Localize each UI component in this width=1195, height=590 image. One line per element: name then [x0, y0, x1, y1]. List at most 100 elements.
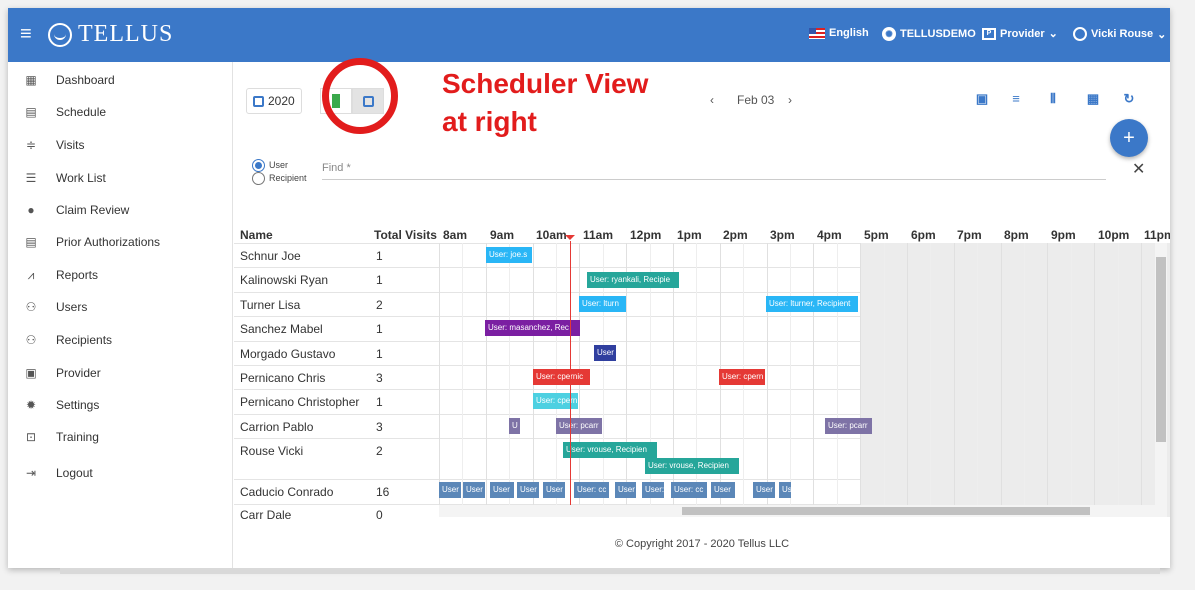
menu-icon[interactable]: ≡ [20, 24, 32, 44]
row-name: Caducio Conrado [240, 485, 334, 499]
sidebar-item-settings[interactable]: ✹ Settings [8, 389, 233, 421]
visit-event[interactable]: User [753, 482, 775, 498]
grid-line [1047, 243, 1048, 517]
month-view-icon[interactable]: ▦ [1086, 92, 1100, 106]
people-outline-icon: ⚇ [25, 333, 37, 347]
visit-event[interactable]: User: cc [671, 482, 707, 498]
visit-event[interactable]: User: masanchez, Rec [485, 320, 580, 336]
find-input[interactable]: Find * [322, 158, 1106, 180]
visit-event[interactable]: User [711, 482, 735, 498]
visit-event[interactable]: User: pcarr [556, 418, 602, 434]
visit-event[interactable]: U [509, 418, 520, 434]
sidebar-item-label: Logout [56, 466, 93, 480]
annotation-line-1: Scheduler View [442, 68, 649, 99]
dashboard-icon: ▦ [25, 73, 37, 87]
timeline[interactable]: User: joe.s User: ryankali, Recipie User… [439, 235, 1170, 517]
visit-event[interactable]: User [439, 482, 461, 498]
sidebar-item-logout[interactable]: ⇥ Logout [8, 457, 233, 489]
sidebar-item-reports[interactable]: ⩘ Reports [8, 259, 233, 291]
sidebar-item-label: Dashboard [56, 73, 115, 87]
row-name: Carrion Pablo [240, 420, 314, 434]
provider-icon: P [982, 27, 996, 40]
visit-event[interactable]: User: cpernic [533, 369, 590, 385]
hour-label: 2pm [723, 228, 748, 242]
year-picker[interactable]: 2020 [246, 88, 302, 114]
visit-event[interactable]: User [594, 345, 616, 361]
clear-icon[interactable]: ✕ [1132, 159, 1145, 179]
sidebar-item-users[interactable]: ⚇ Users [8, 291, 233, 323]
sidebar-item-prior-authorizations[interactable]: ▤ Prior Authorizations [8, 226, 233, 258]
row-visits: 1 [376, 249, 383, 263]
sidebar: ▦ Dashboard ▤ Schedule ≑ Visits ☰ Work L… [8, 62, 233, 568]
horizontal-scrollbar[interactable] [439, 505, 1155, 517]
role-selector[interactable]: P Provider ⌄ [982, 27, 1058, 40]
next-date-button[interactable]: › [788, 93, 792, 107]
grid-line [1001, 243, 1002, 517]
sidebar-item-dashboard[interactable]: ▦ Dashboard [8, 64, 233, 96]
chevron-down-icon: ⌄ [1048, 28, 1058, 40]
column-header-name[interactable]: Name [240, 228, 273, 242]
hour-label: 7pm [957, 228, 982, 242]
sidebar-item-provider[interactable]: ▣ Provider [8, 357, 233, 389]
role-label: Provider [1000, 27, 1045, 40]
timeline-view-icon[interactable]: ≡ [1009, 92, 1023, 106]
visit-event[interactable]: User: cpern [719, 369, 765, 385]
grid-line [884, 243, 885, 517]
hour-label: 8am [443, 228, 468, 242]
sidebar-item-claim-review[interactable]: ● Claim Review [8, 194, 233, 226]
user-radio[interactable] [252, 159, 265, 172]
visit-event[interactable]: User: vrouse, Recipien [645, 458, 739, 474]
scrollbar-thumb[interactable] [682, 507, 1090, 515]
column-header-total-visits[interactable]: Total Visits [374, 228, 437, 242]
visit-event[interactable]: User: lturn [579, 296, 626, 312]
current-date: Feb 03 [737, 93, 775, 107]
visit-event[interactable]: User [615, 482, 636, 498]
refresh-icon[interactable]: ↻ [1122, 92, 1136, 106]
visit-event[interactable]: User: cc [574, 482, 609, 498]
language-selector[interactable]: English [809, 27, 869, 39]
visit-event[interactable]: User [517, 482, 539, 498]
visit-event[interactable]: User: cpern [533, 393, 578, 409]
row-visits: 0 [376, 508, 383, 522]
week-view-icon[interactable]: ⦀ [1046, 92, 1060, 106]
filter-icon: ≑ [25, 138, 37, 152]
visit-event[interactable]: User: [642, 482, 664, 498]
calendar-icon [253, 95, 264, 107]
grid-line [813, 243, 814, 517]
visit-event[interactable]: User: pcarr [825, 418, 872, 434]
scrollbar-thumb[interactable] [1156, 257, 1166, 442]
user-menu[interactable]: Vicki Rouse ⌄ [1073, 27, 1166, 41]
grid-line [1071, 243, 1072, 517]
sidebar-item-training[interactable]: ⊡ Training [8, 421, 233, 453]
org-selector[interactable]: ✺ TELLUSDEMO [882, 27, 976, 41]
top-bar: ≡ TELLUS English ✺ TELLUSDEMO P Provider… [8, 8, 1170, 62]
sidebar-item-work-list[interactable]: ☰ Work List [8, 162, 233, 194]
prev-date-button[interactable]: ‹ [710, 93, 714, 107]
visit-event[interactable]: Us [779, 482, 791, 498]
day-view-icon[interactable]: ▣ [975, 92, 989, 106]
recipient-radio-label: Recipient [269, 173, 307, 183]
sidebar-item-label: Reports [56, 268, 99, 282]
row-visits: 1 [376, 347, 383, 361]
visit-event[interactable]: User: vrouse, Recipien [563, 442, 657, 458]
visit-event[interactable]: User: ryankali, Recipie [587, 272, 679, 288]
schedule-main: 2020 ‹ Feb 03 › ▣ ≡ ⦀ ▦ ↻ + User Recipie… [234, 62, 1170, 568]
training-icon: ⊡ [25, 430, 37, 444]
visit-event[interactable]: User [490, 482, 514, 498]
logo[interactable]: TELLUS [48, 21, 173, 48]
visit-event[interactable]: User: joe.s [486, 247, 532, 263]
row-name: Pernicano Chris [240, 371, 326, 385]
row-visits: 3 [376, 420, 383, 434]
sidebar-item-recipients[interactable]: ⚇ Recipients [8, 324, 233, 356]
sidebar-item-schedule[interactable]: ▤ Schedule [8, 96, 233, 128]
visit-event[interactable]: User [463, 482, 485, 498]
gear-icon: ✹ [25, 398, 37, 412]
recipient-radio[interactable] [252, 172, 265, 185]
vertical-scrollbar[interactable] [1155, 243, 1167, 517]
add-visit-button[interactable]: + [1110, 119, 1148, 157]
sidebar-item-visits[interactable]: ≑ Visits [8, 129, 233, 161]
visit-event[interactable]: User [543, 482, 565, 498]
grid-line [1024, 243, 1025, 517]
row-name: Carr Dale [240, 508, 292, 522]
visit-event[interactable]: User: lturner, Recipient [766, 296, 858, 312]
